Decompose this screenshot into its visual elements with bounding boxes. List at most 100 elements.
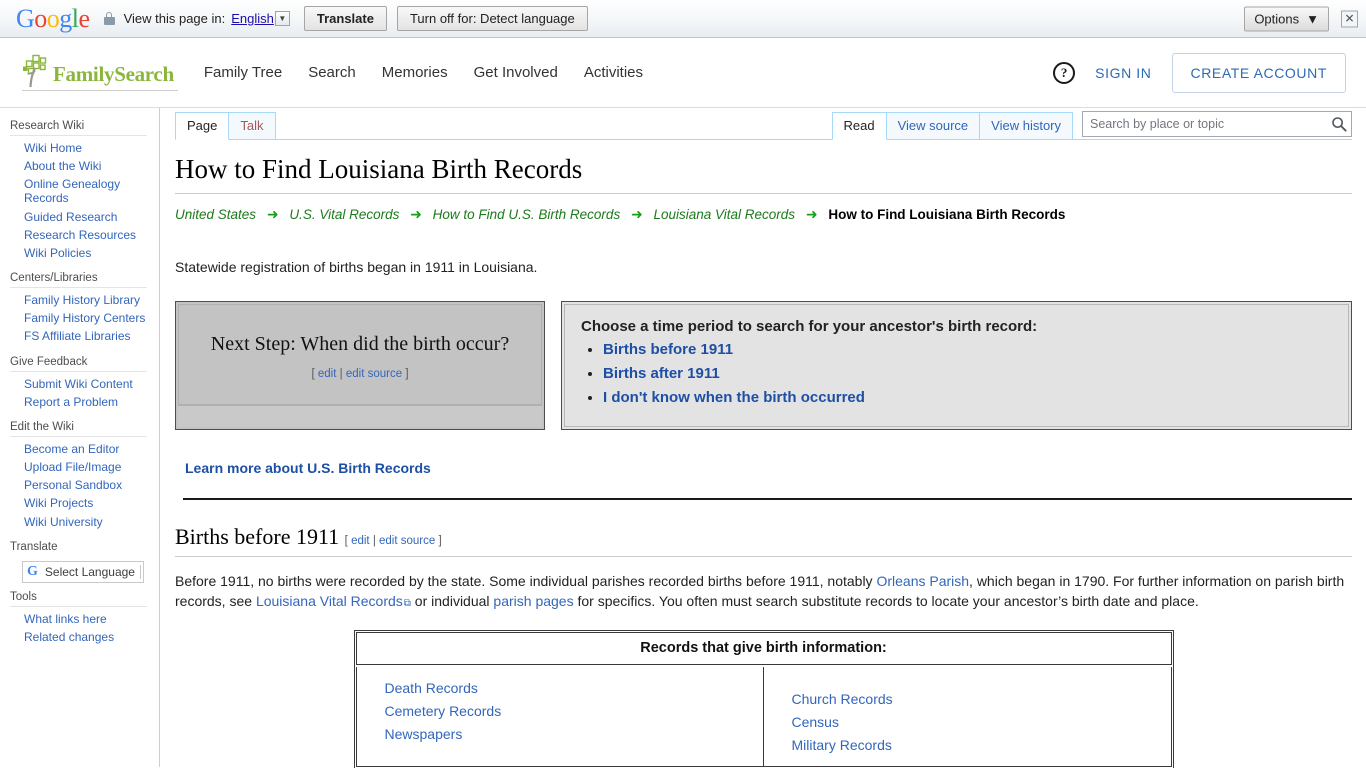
close-icon[interactable]: ✕ bbox=[1341, 10, 1358, 27]
tab-talk[interactable]: Talk bbox=[228, 112, 276, 139]
edit-separator: | bbox=[339, 367, 343, 380]
breadcrumb-link-us-vital-records[interactable]: U.S. Vital Records bbox=[289, 207, 399, 222]
search-container bbox=[1082, 111, 1352, 137]
nav-item-family-tree[interactable]: Family Tree bbox=[204, 64, 282, 81]
link-louisiana-vital-records[interactable]: Louisiana Vital Records bbox=[256, 593, 411, 609]
section-divider bbox=[183, 498, 1352, 501]
sidebar-item-wiki-home[interactable]: Wiki Home bbox=[0, 139, 147, 157]
translate-button[interactable]: Translate bbox=[303, 6, 387, 31]
list-item: Become an Editor bbox=[10, 440, 147, 458]
link-parish-pages[interactable]: parish pages bbox=[493, 593, 573, 609]
paragraph-text-3: or individual bbox=[410, 593, 494, 610]
sidebar-item-wiki-projects[interactable]: Wiki Projects bbox=[0, 494, 147, 512]
record-link-cemetery-records[interactable]: Cemetery Records bbox=[385, 700, 763, 723]
list-item: Wiki University bbox=[10, 513, 147, 531]
option-dont-know-when[interactable]: I don't know when the birth occurred bbox=[603, 389, 865, 406]
tab-page[interactable]: Page bbox=[175, 112, 230, 140]
site-header: FamilySearch Family Tree Search Memories… bbox=[0, 38, 1366, 108]
paragraph-text-4: for specifics. You often must search sub… bbox=[573, 593, 1199, 610]
record-link-military-records[interactable]: Military Records bbox=[792, 734, 1171, 757]
edit-links: [ edit | edit source ] bbox=[345, 535, 442, 547]
sidebar-group-title: Tools bbox=[10, 590, 37, 603]
sidebar-item-online-genealogy-records[interactable]: Online Genealogy Records bbox=[0, 175, 147, 207]
sidebar-item-about-the-wiki[interactable]: About the Wiki bbox=[0, 157, 147, 175]
tab-read[interactable]: Read bbox=[831, 112, 887, 140]
list-item: FS Affiliate Libraries bbox=[10, 327, 147, 345]
edit-links: [ edit | edit source ] bbox=[311, 368, 408, 380]
list-item: Personal Sandbox bbox=[10, 476, 147, 494]
chevron-down-icon[interactable]: ▼ bbox=[274, 11, 290, 26]
list-item: Upload File/Image bbox=[10, 458, 147, 476]
help-circle-icon[interactable]: ? bbox=[1053, 61, 1076, 84]
sidebar-item-become-an-editor[interactable]: Become an Editor bbox=[0, 440, 147, 458]
list-item: Wiki Home bbox=[10, 139, 147, 157]
search-input[interactable] bbox=[1082, 111, 1352, 137]
familysearch-logo[interactable]: FamilySearch bbox=[22, 54, 178, 91]
arrow-right-icon: ➜ bbox=[410, 206, 422, 223]
sidebar-item-upload-file-image[interactable]: Upload File/Image bbox=[0, 458, 147, 476]
translate-language-link[interactable]: English bbox=[231, 11, 274, 26]
breadcrumb-link-how-to-find-us-birth-records[interactable]: How to Find U.S. Birth Records bbox=[433, 207, 621, 222]
google-translate-bar: Google View this page in: English ▼ Tran… bbox=[0, 0, 1366, 38]
next-step-question-text: Next Step: When did the birth occur? bbox=[210, 333, 510, 356]
record-link-census[interactable]: Census bbox=[792, 711, 1171, 734]
breadcrumb-link-united-states[interactable]: United States bbox=[175, 207, 256, 222]
sidebar-item-related-changes[interactable]: Related changes bbox=[0, 628, 147, 646]
sidebar-group-centers-libraries: Centers/Libraries Family History Library… bbox=[0, 266, 159, 345]
list-item: Guided Research bbox=[10, 208, 147, 226]
nav-item-get-involved[interactable]: Get Involved bbox=[474, 64, 558, 81]
turn-off-translate-button[interactable]: Turn off for: Detect language bbox=[396, 6, 588, 31]
edit-source-link[interactable]: edit source bbox=[379, 535, 435, 547]
record-link-death-records[interactable]: Death Records bbox=[385, 677, 763, 700]
sidebar: Research Wiki Wiki Home About the Wiki O… bbox=[0, 108, 160, 767]
edit-link[interactable]: edit bbox=[318, 368, 337, 380]
tab-view-source[interactable]: View source bbox=[885, 112, 981, 139]
nav-item-memories[interactable]: Memories bbox=[382, 64, 448, 81]
sidebar-item-guided-research[interactable]: Guided Research bbox=[0, 208, 147, 226]
next-step-panel: Next Step: When did the birth occur? [ e… bbox=[175, 301, 1352, 431]
nav-item-activities[interactable]: Activities bbox=[584, 64, 643, 81]
edit-link[interactable]: edit bbox=[351, 535, 370, 547]
list-item: Wiki Projects bbox=[10, 494, 147, 512]
select-language-widget[interactable]: G Select Language bbox=[22, 560, 144, 583]
next-step-options-box: Choose a time period to search for your … bbox=[561, 301, 1352, 431]
tab-view-history[interactable]: View history bbox=[979, 112, 1073, 139]
sidebar-item-fs-affiliate-libraries[interactable]: FS Affiliate Libraries bbox=[0, 327, 147, 345]
search-icon[interactable] bbox=[1331, 116, 1347, 132]
primary-nav: Family Tree Search Memories Get Involved… bbox=[204, 64, 643, 81]
sidebar-group-edit-the-wiki: Edit the Wiki Become an Editor Upload Fi… bbox=[0, 415, 159, 531]
sidebar-group-give-feedback: Give Feedback Submit Wiki Content Report… bbox=[0, 350, 159, 411]
edit-source-link[interactable]: edit source bbox=[346, 368, 402, 380]
create-account-button[interactable]: CREATE ACCOUNT bbox=[1171, 52, 1346, 93]
option-births-before-1911[interactable]: Births before 1911 bbox=[603, 341, 733, 358]
sidebar-item-research-resources[interactable]: Research Resources bbox=[0, 226, 147, 244]
record-link-church-records[interactable]: Church Records bbox=[792, 688, 1171, 711]
family-tree-icon bbox=[23, 54, 47, 88]
next-step-question: Next Step: When did the birth occur? [ e… bbox=[193, 331, 527, 384]
sidebar-item-personal-sandbox[interactable]: Personal Sandbox bbox=[0, 476, 147, 494]
translate-options-button[interactable]: Options ▼ bbox=[1244, 6, 1329, 31]
page-title: How to Find Louisiana Birth Records bbox=[175, 152, 1352, 195]
link-orleans-parish[interactable]: Orleans Parish bbox=[876, 573, 969, 589]
sign-in-link[interactable]: SIGN IN bbox=[1095, 65, 1151, 81]
namespace-tabs: Page Talk bbox=[175, 112, 276, 140]
sidebar-group-title: Edit the Wiki bbox=[10, 420, 74, 433]
option-births-after-1911[interactable]: Births after 1911 bbox=[603, 365, 720, 382]
content-column: Page Talk Read View source View history … bbox=[160, 108, 1366, 768]
learn-more-link[interactable]: Learn more about U.S. Birth Records bbox=[185, 460, 431, 476]
sidebar-item-family-history-centers[interactable]: Family History Centers bbox=[0, 309, 147, 327]
breadcrumb-link-louisiana-vital-records[interactable]: Louisiana Vital Records bbox=[653, 207, 795, 222]
sidebar-item-wiki-university[interactable]: Wiki University bbox=[0, 513, 147, 531]
section-paragraph: Before 1911, no births were recorded by … bbox=[175, 571, 1352, 613]
list-item: Family History Library bbox=[10, 291, 147, 309]
sidebar-item-report-a-problem[interactable]: Report a Problem bbox=[0, 393, 147, 411]
sidebar-item-wiki-policies[interactable]: Wiki Policies bbox=[0, 244, 147, 262]
record-link-newspapers[interactable]: Newspapers bbox=[385, 723, 763, 746]
sidebar-item-family-history-library[interactable]: Family History Library bbox=[0, 291, 147, 309]
bracket-close: ] bbox=[438, 535, 442, 548]
edit-separator: | bbox=[372, 535, 376, 548]
list-item: What links here bbox=[10, 610, 147, 628]
sidebar-item-submit-wiki-content[interactable]: Submit Wiki Content bbox=[0, 375, 147, 393]
sidebar-item-what-links-here[interactable]: What links here bbox=[0, 610, 147, 628]
nav-item-search[interactable]: Search bbox=[308, 64, 356, 81]
